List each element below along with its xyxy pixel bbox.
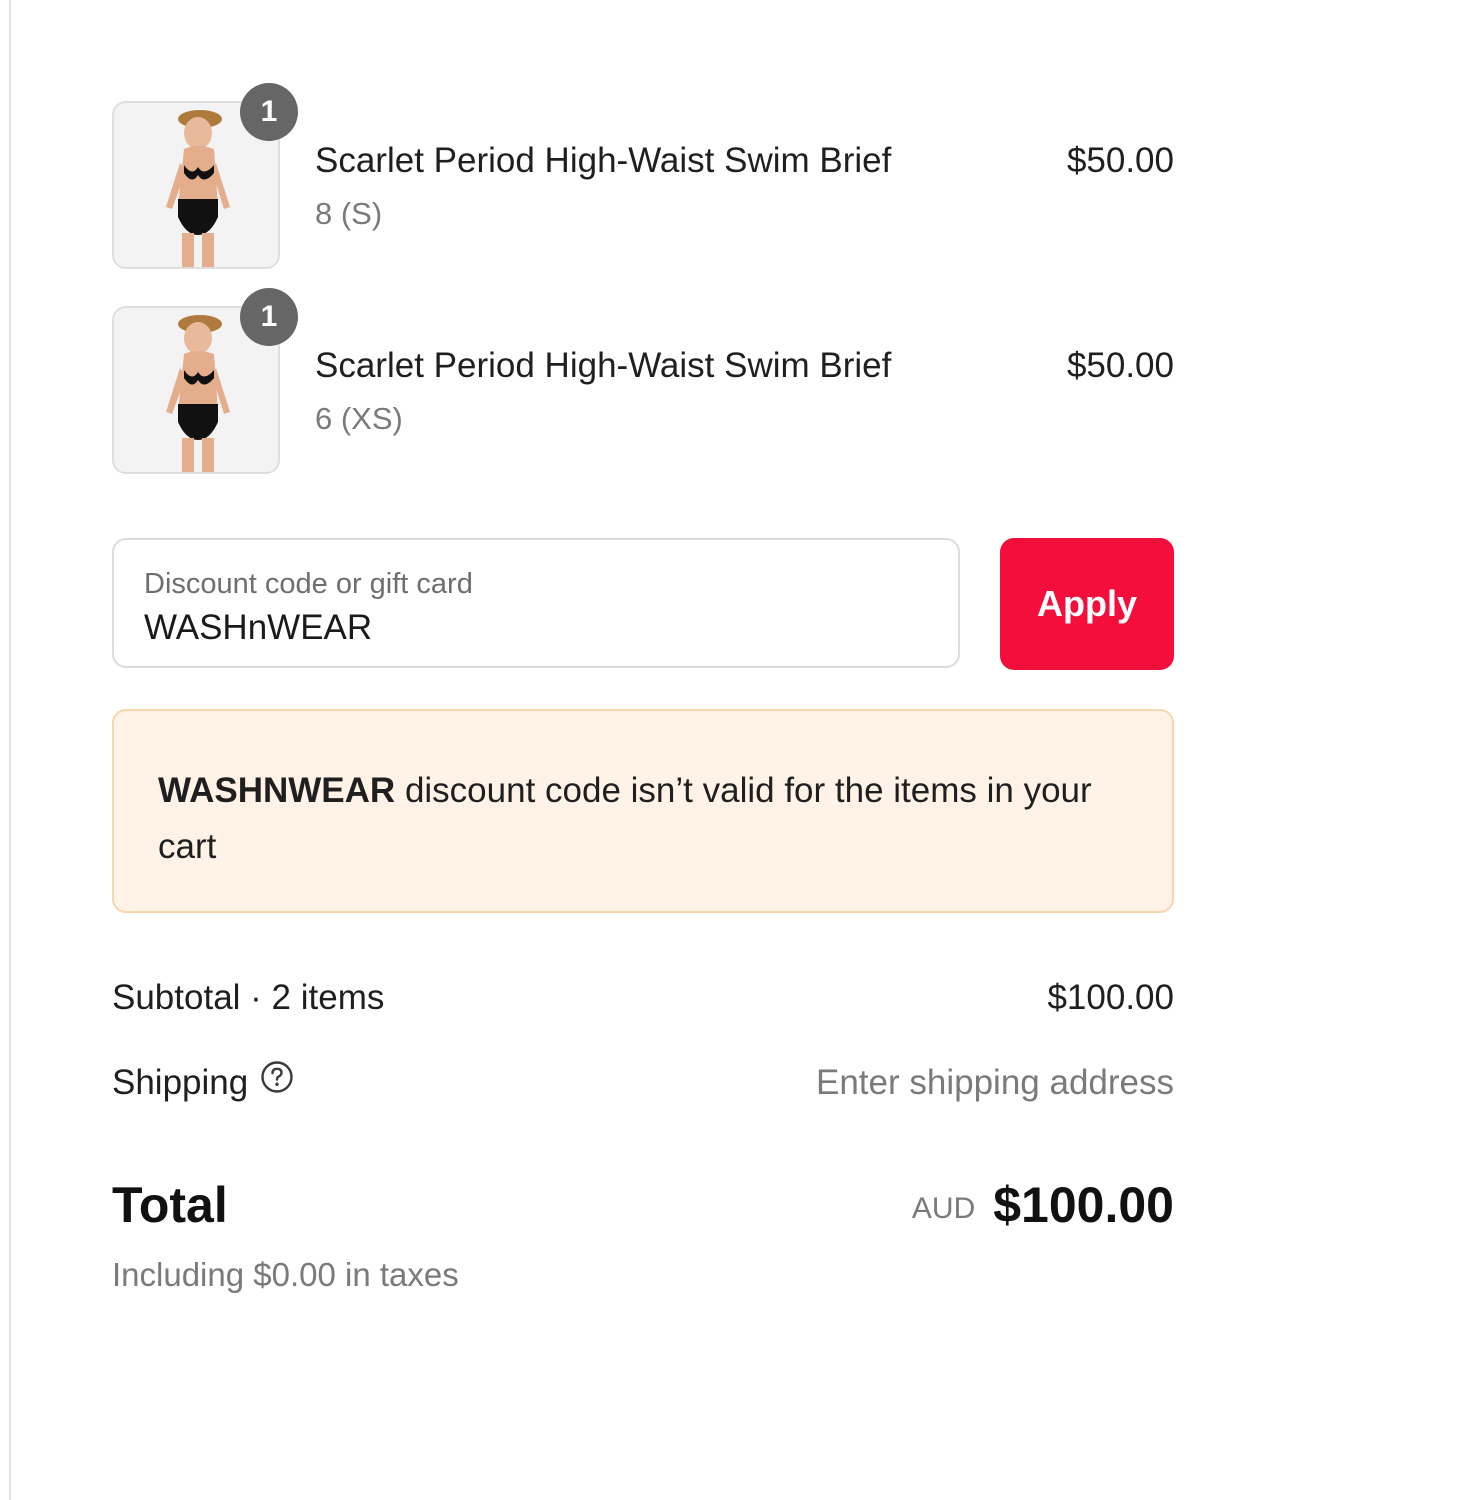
shipping-row-label: Shipping	[112, 1060, 294, 1106]
quantity-badge: 1	[240, 83, 298, 141]
discount-error-code: WASHNWEAR	[158, 771, 396, 810]
total-amount: AUD $100.00	[912, 1176, 1174, 1234]
item-price: $50.00	[1066, 346, 1174, 385]
item-variant: 8 (S)	[315, 196, 383, 231]
panel-divider	[9, 0, 11, 1500]
shipping-label: Shipping	[112, 1063, 249, 1102]
total-value: $100.00	[993, 1177, 1174, 1233]
total-label: Total	[112, 1177, 228, 1233]
question-circle-icon[interactable]	[260, 1060, 294, 1103]
discount-error-message: WASHNWEAR discount code isn’t valid for …	[158, 763, 1128, 875]
line-item: 1 Scarlet Period High-Waist Swim Brief 8…	[112, 83, 1174, 271]
item-name: Scarlet Period High-Waist Swim Brief	[315, 141, 892, 180]
line-item: 1 Scarlet Period High-Waist Swim Brief 6…	[112, 288, 1174, 476]
item-variant: 6 (XS)	[315, 401, 403, 436]
discount-field-label: Discount code or gift card	[144, 568, 473, 600]
discount-code-input[interactable]	[142, 604, 926, 652]
apply-button[interactable]: Apply	[1000, 538, 1174, 670]
discount-field[interactable]: Discount code or gift card	[112, 538, 960, 668]
currency-code: AUD	[911, 1192, 976, 1225]
subtotal-label: Subtotal · 2 items	[112, 978, 385, 1017]
discount-error-banner: WASHNWEAR discount code isn’t valid for …	[112, 709, 1174, 913]
subtotal-value: $100.00	[1047, 978, 1174, 1017]
shipping-value: Enter shipping address	[816, 1063, 1174, 1102]
taxes-note: Including $0.00 in taxes	[112, 1256, 459, 1293]
quantity-badge: 1	[240, 288, 298, 346]
item-price: $50.00	[1066, 141, 1174, 180]
item-name: Scarlet Period High-Waist Swim Brief	[315, 346, 892, 385]
